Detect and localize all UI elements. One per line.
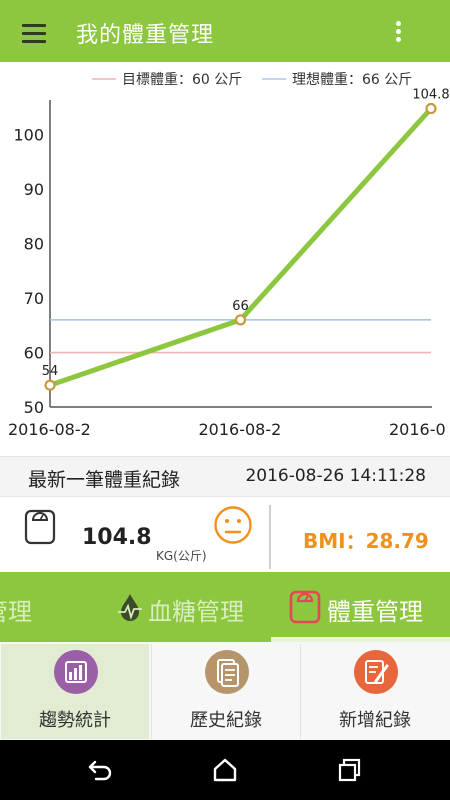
weight-value: 104.8 <box>82 525 152 550</box>
edit-document-icon <box>354 650 398 694</box>
data-label: 104.8 <box>412 88 449 103</box>
blood-drop-icon <box>118 594 142 621</box>
tab-label: 壓管理 <box>0 598 32 626</box>
document-list-icon <box>205 650 249 694</box>
data-label: 66 <box>232 299 249 314</box>
subnav-label: 新增紀錄 <box>339 710 411 731</box>
app-bar: 我的體重管理 <box>0 0 450 62</box>
x-tick-label: 2016-08-2 <box>199 420 282 439</box>
recents-icon[interactable] <box>335 756 365 784</box>
y-tick-label: 50 <box>24 398 44 417</box>
system-nav-bar <box>0 740 450 800</box>
data-point <box>234 314 247 326</box>
home-icon[interactable] <box>210 756 240 784</box>
y-tick-label: 60 <box>24 344 44 363</box>
weight-trend-chart: 50 60 70 80 90 100 目標體重：60 公斤 理想體重：66 公斤 54 66 104… <box>0 62 450 456</box>
chart-svg: 50 60 70 80 90 100 目標體重：60 公斤 理想體重：66 公斤 54 66 104… <box>8 72 450 439</box>
category-tabs: 壓管理 血糖管理 體重管理 <box>0 572 450 642</box>
legend-entry: 目標體重：60 公斤 <box>122 72 242 88</box>
weight-unit: KG(公斤) <box>156 549 207 563</box>
sub-navigation: 趨勢統計 歷史紀錄 新增紀錄 <box>0 642 450 740</box>
tab-label: 血糖管理 <box>148 598 244 626</box>
subnav-label: 歷史紀錄 <box>190 710 262 731</box>
tab-weight[interactable]: 體重管理 <box>271 572 450 642</box>
weight-series-line <box>47 106 434 388</box>
subnav-history[interactable]: 歷史紀錄 <box>151 644 299 739</box>
bmi-value: BMI：28.79 <box>303 529 429 553</box>
y-tick-label: 90 <box>24 180 44 199</box>
neutral-face-icon <box>214 506 252 544</box>
bar-chart-icon <box>54 650 98 694</box>
y-tick-label: 70 <box>24 289 44 308</box>
hamburger-menu-icon[interactable] <box>14 18 56 48</box>
x-tick-label: 2016-08-2 <box>8 420 91 439</box>
legend-entry: 理想體重：66 公斤 <box>292 72 412 88</box>
tab-label: 體重管理 <box>327 598 423 626</box>
data-point <box>425 102 437 115</box>
back-icon[interactable] <box>86 756 116 784</box>
y-tick-label: 80 <box>24 235 44 254</box>
latest-record-header: 最新一筆體重紀錄 2016-08-26 14:11:28 <box>0 456 450 496</box>
subnav-label: 趨勢統計 <box>39 710 111 731</box>
latest-record-title: 最新一筆體重紀錄 <box>28 469 181 491</box>
more-vertical-icon[interactable] <box>388 18 408 46</box>
latest-record-timestamp: 2016-08-26 14:11:28 <box>245 466 426 486</box>
data-point <box>44 379 56 391</box>
tab-blood-sugar[interactable]: 血糖管理 <box>108 572 268 642</box>
data-label: 54 <box>42 364 59 379</box>
summary-divider <box>269 505 271 569</box>
bathroom-scale-icon <box>24 509 56 545</box>
tab-blood-pressure[interactable]: 壓管理 <box>0 572 105 642</box>
subnav-trend-stats[interactable]: 趨勢統計 <box>1 644 149 739</box>
subnav-add-record[interactable]: 新增紀錄 <box>300 644 448 739</box>
page-title: 我的體重管理 <box>76 23 215 48</box>
scale-icon <box>289 590 321 624</box>
x-tick-label: 2016-0 <box>389 420 446 439</box>
y-tick-label: 100 <box>13 126 44 145</box>
latest-record-summary: 104.8 KG(公斤) BMI：28.79 <box>0 496 450 572</box>
